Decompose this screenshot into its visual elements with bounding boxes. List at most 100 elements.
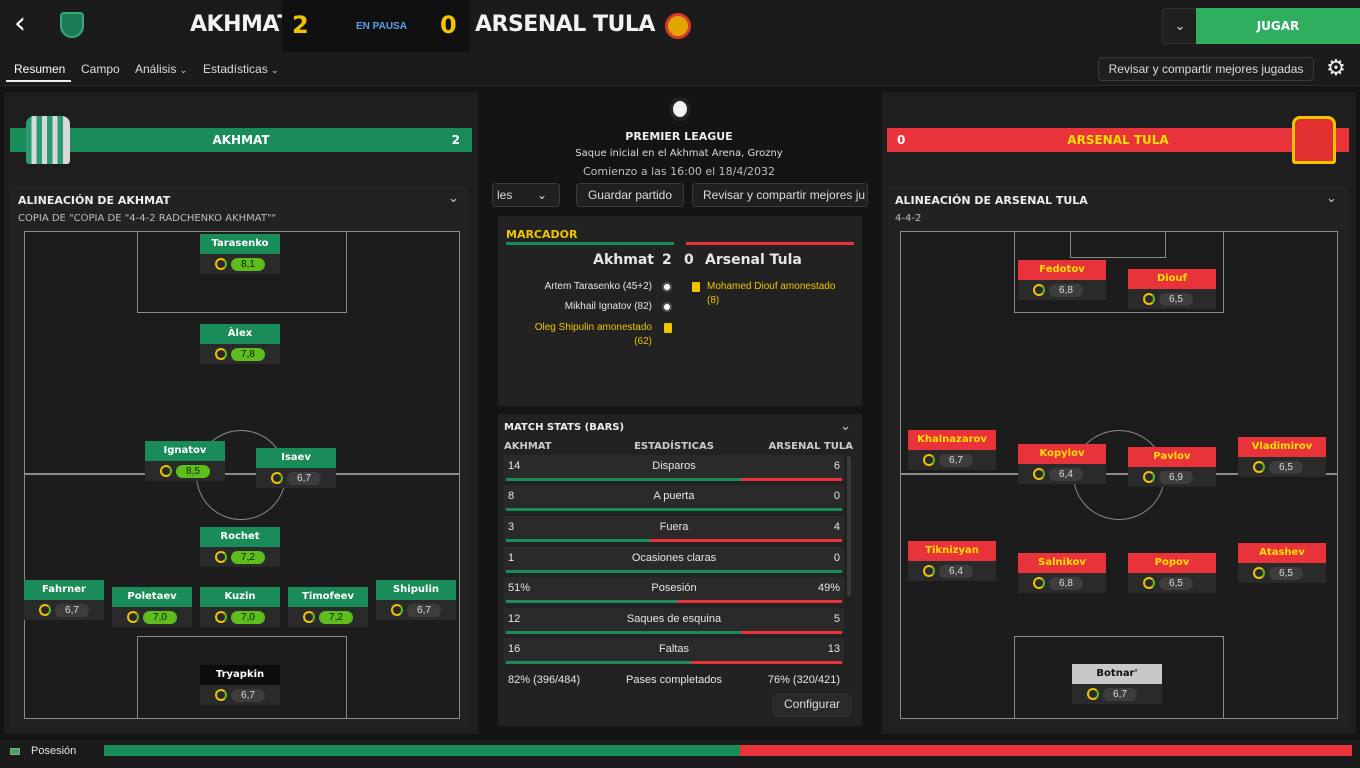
ball-icon bbox=[662, 282, 672, 292]
player-name: Kopylov bbox=[1018, 444, 1106, 464]
player-rating: 7,8 bbox=[231, 348, 265, 361]
player-rating: 6,7 bbox=[287, 472, 321, 485]
player-card[interactable]: Fahrner 6,7 bbox=[24, 580, 104, 620]
away-lineup-title: ALINEACIÓN DE ARSENAL TULA bbox=[895, 194, 1088, 207]
player-card[interactable]: Botnar' 6,7 bbox=[1072, 664, 1162, 704]
footer-label: Posesión bbox=[31, 745, 77, 757]
goal-area bbox=[1070, 231, 1166, 258]
chevron-down-icon[interactable]: ⌄ bbox=[1326, 190, 1337, 206]
tab-campo[interactable]: Campo bbox=[81, 62, 120, 76]
share-highlights-button-center[interactable]: Revisar y compartir mejores ju bbox=[692, 183, 868, 207]
player-card[interactable]: Isaev 6,7 bbox=[256, 448, 336, 488]
stat-row: 12 Saques de esquina 5 bbox=[504, 608, 844, 634]
stat-away-value: 4 bbox=[833, 521, 840, 533]
away-formation: 4-4-2 bbox=[895, 213, 922, 224]
player-card[interactable]: Khalnazarov 6,7 bbox=[908, 430, 996, 470]
stat-label: Posesión bbox=[651, 582, 697, 594]
player-card[interactable]: Diouf 6,5 bbox=[1128, 269, 1216, 309]
home-formation: COPIA DE "COPIA DE "4-4-2 RADCHENKO AKHM… bbox=[18, 213, 277, 224]
share-highlights-button[interactable]: Revisar y compartir mejores jugadas bbox=[1098, 57, 1314, 81]
possession-bar bbox=[104, 745, 1352, 756]
back-icon[interactable]: ‹ bbox=[14, 9, 42, 40]
stat-label: A puerta bbox=[653, 490, 695, 502]
stat-row: 3 Fuera 4 bbox=[504, 516, 844, 542]
save-match-button[interactable]: Guardar partido bbox=[576, 183, 684, 207]
rating-icon bbox=[271, 472, 283, 484]
yellow-card-icon bbox=[692, 282, 700, 292]
competition-name: PREMIER LEAGUE bbox=[625, 130, 733, 143]
gear-icon[interactable]: ⚙ bbox=[1322, 56, 1350, 82]
player-card[interactable]: Kuzin 7,0 bbox=[200, 587, 280, 627]
stat-home-bar bbox=[506, 570, 842, 573]
play-button[interactable]: JUGAR bbox=[1196, 8, 1360, 44]
player-name: Popov bbox=[1128, 553, 1216, 573]
stat-label: Saques de esquina bbox=[626, 613, 722, 625]
chevron-down-icon[interactable]: ⌄ bbox=[448, 190, 459, 206]
rating-icon bbox=[215, 689, 227, 701]
scoreboard-title: MARCADOR bbox=[506, 228, 578, 241]
player-card[interactable]: Fedotov 6,8 bbox=[1018, 260, 1106, 300]
stat-row: 1 Ocasiones claras 0 bbox=[504, 547, 844, 573]
stat-row: 51% Posesión 49% bbox=[504, 577, 844, 603]
player-card[interactable]: Kopylov 6,4 bbox=[1018, 444, 1106, 484]
player-name: Poletaev bbox=[112, 587, 192, 607]
stat-home-bar bbox=[506, 478, 742, 481]
rating-icon bbox=[1087, 688, 1099, 700]
scoreboard-away: Arsenal Tula bbox=[705, 252, 802, 268]
player-card[interactable]: Àlex 7,8 bbox=[200, 324, 280, 364]
rating-icon bbox=[215, 348, 227, 360]
stat-home-bar bbox=[506, 661, 691, 664]
player-rating: 6,5 bbox=[1269, 567, 1303, 580]
stat-home-bar bbox=[506, 631, 742, 634]
akhmat-crest-icon bbox=[60, 12, 84, 38]
rating-icon bbox=[39, 604, 51, 616]
player-card[interactable]: Shipulin 6,7 bbox=[376, 580, 456, 620]
player-card[interactable]: Ignatov 8,5 bbox=[145, 441, 225, 481]
player-card[interactable]: Rochet 7,2 bbox=[200, 527, 280, 567]
home-bar-name: AKHMAT bbox=[212, 133, 270, 147]
tab-resumen[interactable]: Resumen bbox=[14, 62, 65, 76]
player-rating: 8,1 bbox=[231, 258, 265, 271]
away-team-name: ARSENAL TULA bbox=[475, 12, 655, 37]
possession-icon bbox=[10, 748, 20, 755]
rating-icon bbox=[215, 258, 227, 270]
away-shirt-icon bbox=[1292, 116, 1336, 164]
yellow-card-event: Oleg Shipulin amonestado bbox=[534, 322, 652, 333]
partial-dropdown-button[interactable]: les ⌄ bbox=[492, 183, 560, 207]
player-name: Timofeev bbox=[288, 587, 368, 607]
player-rating: 6,4 bbox=[1049, 468, 1083, 481]
chevron-down-icon: ⌄ bbox=[271, 65, 279, 75]
player-name: Rochet bbox=[200, 527, 280, 547]
player-rating: 7,2 bbox=[231, 551, 265, 564]
player-card[interactable]: Tiknizyan 6,4 bbox=[908, 541, 996, 581]
player-card[interactable]: Tryapkin 6,7 bbox=[200, 665, 280, 705]
rating-icon bbox=[1143, 471, 1155, 483]
player-name: Salnikov bbox=[1018, 553, 1106, 573]
player-card[interactable]: Vladimirov 6,5 bbox=[1238, 437, 1326, 477]
player-card[interactable]: Tarasenko 8,1 bbox=[200, 234, 280, 274]
rating-icon bbox=[160, 465, 172, 477]
rating-icon bbox=[923, 454, 935, 466]
stats-scrollbar[interactable] bbox=[847, 456, 851, 596]
player-card[interactable]: Timofeev 7,2 bbox=[288, 587, 368, 627]
rating-icon bbox=[1143, 577, 1155, 589]
home-score: 2 bbox=[292, 11, 309, 39]
player-name: Shipulin bbox=[376, 580, 456, 600]
rating-icon bbox=[1143, 293, 1155, 305]
play-options-dropdown[interactable]: ⌄ bbox=[1162, 8, 1198, 44]
player-card[interactable]: Popov 6,5 bbox=[1128, 553, 1216, 593]
player-card[interactable]: Pavlov 6,9 bbox=[1128, 447, 1216, 487]
configure-button[interactable]: Configurar bbox=[772, 693, 852, 717]
chevron-down-icon[interactable]: ⌄ bbox=[840, 418, 851, 434]
active-tab-indicator bbox=[6, 80, 71, 82]
player-card[interactable]: Atashev 6,5 bbox=[1238, 543, 1326, 583]
player-name: Kuzin bbox=[200, 587, 280, 607]
tab-analisis[interactable]: Análisis ⌄ bbox=[135, 62, 187, 76]
tab-estadisticas[interactable]: Estadísticas ⌄ bbox=[203, 62, 279, 76]
stat-home-bar bbox=[506, 539, 651, 542]
player-card[interactable]: Poletaev 7,0 bbox=[112, 587, 192, 627]
yellow-card-minute: (62) bbox=[634, 336, 652, 347]
arsenal-crest-icon bbox=[665, 13, 691, 39]
stat-label: Ocasiones claras bbox=[631, 552, 717, 564]
player-card[interactable]: Salnikov 6,8 bbox=[1018, 553, 1106, 593]
